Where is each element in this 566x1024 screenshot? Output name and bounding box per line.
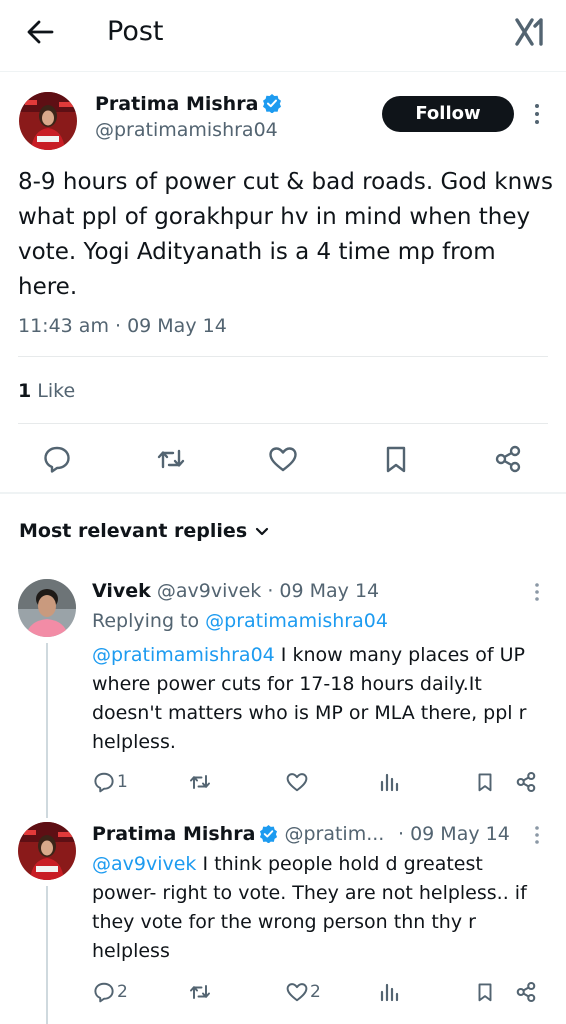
reply-text: @pratimamishra04 I know many places of U… bbox=[92, 641, 552, 757]
more-options-icon[interactable] bbox=[527, 580, 547, 604]
reply-like-button[interactable]: 2 bbox=[285, 979, 321, 1005]
like-count[interactable]: 1 Like bbox=[18, 378, 75, 404]
reply-share-button[interactable] bbox=[514, 979, 539, 1005]
thread-connector bbox=[46, 886, 48, 1024]
reply-bookmark-button[interactable] bbox=[474, 769, 497, 795]
page-title: Post bbox=[107, 16, 164, 47]
reply-icon bbox=[44, 446, 70, 473]
reply-author-name[interactable]: Pratima Mishra bbox=[92, 823, 255, 845]
replying-to-prefix: Replying to bbox=[92, 610, 200, 632]
like-count-value: 1 bbox=[18, 380, 32, 402]
reply-author-handle[interactable]: @av9vivek bbox=[157, 580, 261, 602]
share-icon bbox=[516, 981, 536, 1003]
section-divider bbox=[0, 492, 566, 494]
like-button[interactable] bbox=[267, 443, 299, 475]
share-icon bbox=[516, 771, 536, 793]
share-button[interactable] bbox=[492, 443, 524, 475]
bookmark-icon bbox=[478, 773, 492, 792]
reply-author-handle[interactable]: @pratim... bbox=[284, 823, 384, 845]
reply-like-button[interactable] bbox=[285, 769, 310, 795]
reply-retweet-button[interactable] bbox=[188, 769, 213, 795]
post-timestamp[interactable]: 11:43 am · 09 May 14 bbox=[18, 313, 227, 339]
replies-sort-dropdown[interactable]: Most relevant replies bbox=[19, 518, 269, 544]
views-icon bbox=[380, 983, 399, 1002]
reply-icon bbox=[94, 982, 114, 1003]
mention-link[interactable]: @pratimamishra04 bbox=[92, 644, 275, 666]
retweet-icon bbox=[190, 985, 210, 999]
thread-connector bbox=[46, 643, 48, 818]
divider bbox=[18, 423, 548, 424]
divider bbox=[18, 356, 548, 357]
x-logo-icon[interactable] bbox=[512, 14, 548, 50]
heart-icon bbox=[286, 983, 308, 1002]
arrow-left-icon bbox=[27, 20, 54, 44]
bookmark-icon bbox=[386, 446, 406, 473]
views-icon bbox=[380, 773, 399, 792]
mention-link[interactable]: @av9vivek bbox=[92, 853, 196, 875]
more-options-icon[interactable] bbox=[527, 823, 547, 847]
author-avatar[interactable] bbox=[19, 92, 77, 150]
replies-sort-label: Most relevant replies bbox=[19, 520, 248, 542]
bookmark-button[interactable] bbox=[380, 443, 412, 475]
reply-text: @av9vivek I think people hold d greatest… bbox=[92, 850, 552, 966]
header-divider bbox=[0, 71, 566, 72]
bookmark-icon bbox=[478, 983, 492, 1002]
reply-avatar[interactable] bbox=[18, 579, 76, 637]
retweet-button[interactable] bbox=[155, 443, 187, 475]
heart-icon bbox=[269, 447, 297, 472]
retweet-icon bbox=[157, 449, 185, 469]
reply-icon bbox=[94, 772, 114, 793]
more-options-icon[interactable] bbox=[527, 100, 547, 128]
reply-count: 2 bbox=[117, 982, 128, 1002]
verified-badge-icon bbox=[259, 824, 278, 843]
like-count-label: Like bbox=[37, 380, 76, 402]
reply-share-button[interactable] bbox=[514, 769, 539, 795]
reply-reply-button[interactable]: 2 bbox=[92, 979, 128, 1005]
reply-avatar[interactable] bbox=[18, 822, 76, 880]
reply-date[interactable]: · 09 May 14 bbox=[267, 580, 379, 602]
reply-count: 1 bbox=[117, 772, 128, 792]
reply-retweet-button[interactable] bbox=[188, 979, 213, 1005]
follow-button[interactable]: Follow bbox=[382, 96, 514, 132]
reply-button[interactable] bbox=[41, 443, 73, 475]
reply-views-button[interactable] bbox=[377, 979, 402, 1005]
reply-reply-button[interactable]: 1 bbox=[92, 769, 128, 795]
retweet-icon bbox=[190, 775, 210, 789]
reply-author-name[interactable]: Vivek bbox=[92, 580, 151, 602]
reply-bookmark-button[interactable] bbox=[474, 979, 497, 1005]
author-name[interactable]: Pratima Mishra bbox=[95, 93, 258, 115]
verified-badge-icon bbox=[262, 93, 282, 113]
back-button[interactable] bbox=[22, 14, 58, 50]
chevron-down-icon bbox=[255, 527, 269, 537]
replying-to-link[interactable]: @pratimamishra04 bbox=[205, 610, 388, 632]
author-handle[interactable]: @pratimamishra04 bbox=[95, 118, 282, 142]
reply-views-button[interactable] bbox=[377, 769, 402, 795]
like-count: 2 bbox=[310, 982, 321, 1002]
reply-date[interactable]: · 09 May 14 bbox=[398, 823, 510, 845]
post-text: 8-9 hours of power cut & bad roads. God … bbox=[18, 169, 553, 300]
heart-icon bbox=[286, 773, 308, 792]
share-icon bbox=[495, 445, 521, 473]
